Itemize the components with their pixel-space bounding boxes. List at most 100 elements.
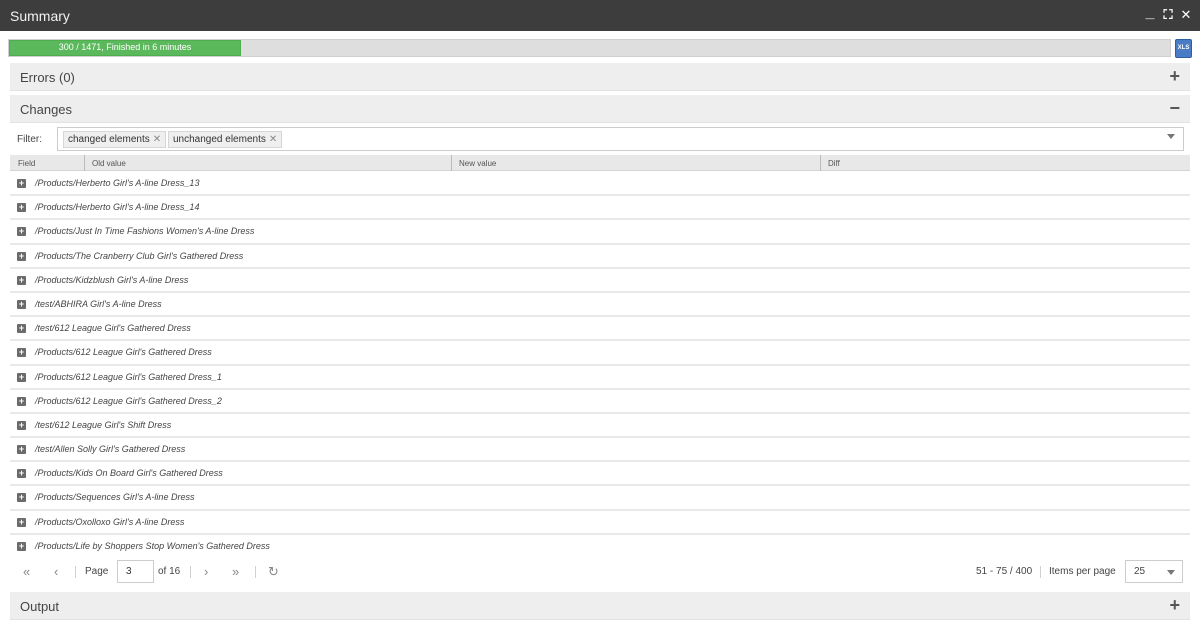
grid-body: + /Products/Herberto Girl's A-line Dress_… (10, 172, 1190, 553)
errors-section-header[interactable]: Errors (0) + (10, 63, 1190, 91)
column-header-diff[interactable]: Diff (828, 159, 840, 168)
table-row[interactable]: + /test/612 League Girl's Shift Dress (10, 413, 1190, 439)
next-page-icon[interactable]: › (204, 564, 208, 579)
row-field-path: /Products/612 League Girl's Gathered Dre… (35, 371, 222, 382)
maximize-icon[interactable]: ⛶ (1162, 7, 1174, 23)
column-resize-handle[interactable] (820, 155, 821, 171)
filter-chip: unchanged elements ✕ (168, 131, 283, 148)
grid-header: Field Old value New value Diff (10, 155, 1190, 171)
pager: « ‹ Page of 16 › » ↻ 51 - 75 / 400 Items… (10, 555, 1190, 589)
expand-row-icon[interactable]: + (17, 420, 26, 430)
expand-row-icon[interactable]: + (17, 517, 26, 527)
table-row[interactable]: + /Products/612 League Girl's Gathered Dr… (10, 389, 1190, 414)
column-header-old-value[interactable]: Old value (92, 159, 126, 168)
table-row[interactable]: + /Products/Kids On Board Girl's Gathered… (10, 462, 1190, 487)
output-section-title: Output (20, 599, 60, 614)
output-section-header[interactable]: Output + (10, 592, 1190, 620)
chevron-down-icon[interactable] (1167, 134, 1175, 139)
filter-chip: changed elements ✕ (63, 131, 167, 148)
table-row[interactable]: + /test/612 League Girl's Gathered Dress (10, 317, 1190, 342)
expand-row-icon[interactable]: + (17, 179, 26, 188)
chevron-down-icon[interactable] (1167, 570, 1175, 575)
column-resize-handle[interactable] (451, 155, 452, 171)
prev-page-icon[interactable]: ‹ (54, 564, 58, 579)
window-title: Summary (10, 8, 70, 24)
page-label: Page (85, 566, 109, 577)
pager-divider (255, 566, 256, 578)
expand-icon[interactable]: + (1169, 66, 1180, 87)
expand-row-icon[interactable]: + (17, 469, 26, 479)
column-header-new-value[interactable]: New value (459, 159, 496, 168)
page-number-input[interactable] (117, 560, 154, 583)
filter-chip-label: unchanged elements (173, 134, 266, 145)
expand-row-icon[interactable]: + (17, 203, 26, 213)
column-header-field[interactable]: Field (18, 159, 35, 168)
minimize-icon[interactable]: _ (1144, 5, 1156, 23)
expand-icon[interactable]: + (1169, 595, 1180, 616)
expand-row-icon[interactable]: + (17, 372, 26, 382)
window-titlebar: Summary _ ⛶ ✕ (0, 0, 1200, 31)
expand-row-icon[interactable]: + (17, 493, 26, 503)
expand-row-icon[interactable]: + (17, 541, 26, 551)
table-row[interactable]: + /Products/612 League Girl's Gathered Dr… (10, 341, 1190, 366)
errors-section-title: Errors (0) (20, 70, 75, 85)
row-field-path: /Products/Kids On Board Girl's Gathered … (35, 468, 223, 479)
last-page-icon[interactable]: » (232, 564, 239, 579)
expand-row-icon[interactable]: + (17, 348, 26, 358)
pager-divider (1040, 566, 1041, 578)
page-count: of 16 (158, 566, 181, 577)
row-field-path: /Products/Herberto Girl's A-line Dress_1… (35, 178, 200, 188)
table-row[interactable]: + /Products/Herberto Girl's A-line Dress_… (10, 172, 1190, 197)
close-icon[interactable]: ✕ (1180, 7, 1192, 23)
row-field-path: /Products/Just In Time Fashions Women's … (35, 226, 255, 237)
progress-bar: 300 / 1471, Finished in 6 minutes (8, 39, 1171, 57)
table-row[interactable]: + /test/Allen Solly Girl's Gathered Dress (10, 438, 1190, 463)
items-per-page-label: Items per page (1049, 566, 1116, 577)
changes-section-title: Changes (20, 102, 73, 117)
expand-row-icon[interactable]: + (17, 227, 26, 237)
table-row[interactable]: + /Products/The Cranberry Club Girl's Gat… (10, 244, 1190, 269)
remove-chip-icon[interactable]: ✕ (269, 134, 277, 145)
table-row[interactable]: + /Products/612 League Girl's Gathered Dr… (10, 365, 1190, 390)
row-field-path: /test/Allen Solly Girl's Gathered Dress (35, 444, 186, 455)
filter-chip-label: changed elements (68, 134, 150, 145)
row-field-path: /test/ABHIRA Girl's A-line Dress (35, 298, 162, 309)
expand-row-icon[interactable]: + (17, 275, 26, 285)
pager-range: 51 - 75 / 400 (976, 566, 1033, 577)
row-field-path: /Products/The Cranberry Club Girl's Gath… (35, 250, 244, 261)
table-row[interactable]: + /Products/Sequences Girl's A-line Dress (10, 486, 1190, 511)
row-field-path: /test/612 League Girl's Gathered Dress (35, 323, 191, 334)
items-per-page-select[interactable]: 25 (1125, 560, 1183, 583)
table-row[interactable]: + /Products/Life by Shoppers Stop Women's… (10, 534, 1190, 553)
row-field-path: /Products/Life by Shoppers Stop Women's … (35, 540, 270, 551)
row-field-path: /Products/Herberto Girl's A-line Dress_1… (35, 202, 200, 213)
changes-section-header[interactable]: Changes − (10, 95, 1190, 123)
export-icon[interactable]: XLS (1175, 39, 1192, 58)
row-field-path: /Products/Kidzblush Girl's A-line Dress (35, 274, 189, 285)
filter-label: Filter: (17, 134, 42, 145)
table-row[interactable]: + /test/ABHIRA Girl's A-line Dress (10, 292, 1190, 318)
items-per-page-value: 25 (1134, 566, 1146, 577)
first-page-icon[interactable]: « (23, 564, 30, 579)
refresh-icon[interactable]: ↻ (268, 564, 279, 580)
collapse-icon[interactable]: − (1169, 98, 1180, 119)
table-row[interactable]: + /Products/Kidzblush Girl's A-line Dress (10, 268, 1190, 293)
table-row[interactable]: + /Products/Oxolloxo Girl's A-line Dress (10, 510, 1190, 535)
expand-row-icon[interactable]: + (17, 445, 26, 455)
remove-chip-icon[interactable]: ✕ (153, 134, 161, 145)
filter-row: Filter: changed elements ✕ unchanged elem… (10, 127, 1190, 153)
row-field-path: /Products/Sequences Girl's A-line Dress (35, 492, 195, 503)
expand-row-icon[interactable]: + (17, 251, 26, 261)
row-field-path: /Products/612 League Girl's Gathered Dre… (35, 347, 212, 358)
expand-row-icon[interactable]: + (17, 324, 26, 334)
window-controls: _ ⛶ ✕ (1144, 5, 1192, 23)
expand-row-icon[interactable]: + (17, 299, 26, 309)
pager-divider (75, 566, 76, 578)
table-row[interactable]: + /Products/Herberto Girl's A-line Dress_… (10, 196, 1190, 221)
row-field-path: /Products/Oxolloxo Girl's A-line Dress (35, 516, 185, 527)
filter-multiselect[interactable]: changed elements ✕ unchanged elements ✕ (57, 127, 1184, 151)
table-row[interactable]: + /Products/Just In Time Fashions Women's… (10, 220, 1190, 245)
progress-text: 300 / 1471, Finished in 6 minutes (58, 42, 192, 52)
column-resize-handle[interactable] (84, 155, 85, 171)
expand-row-icon[interactable]: + (17, 396, 26, 406)
